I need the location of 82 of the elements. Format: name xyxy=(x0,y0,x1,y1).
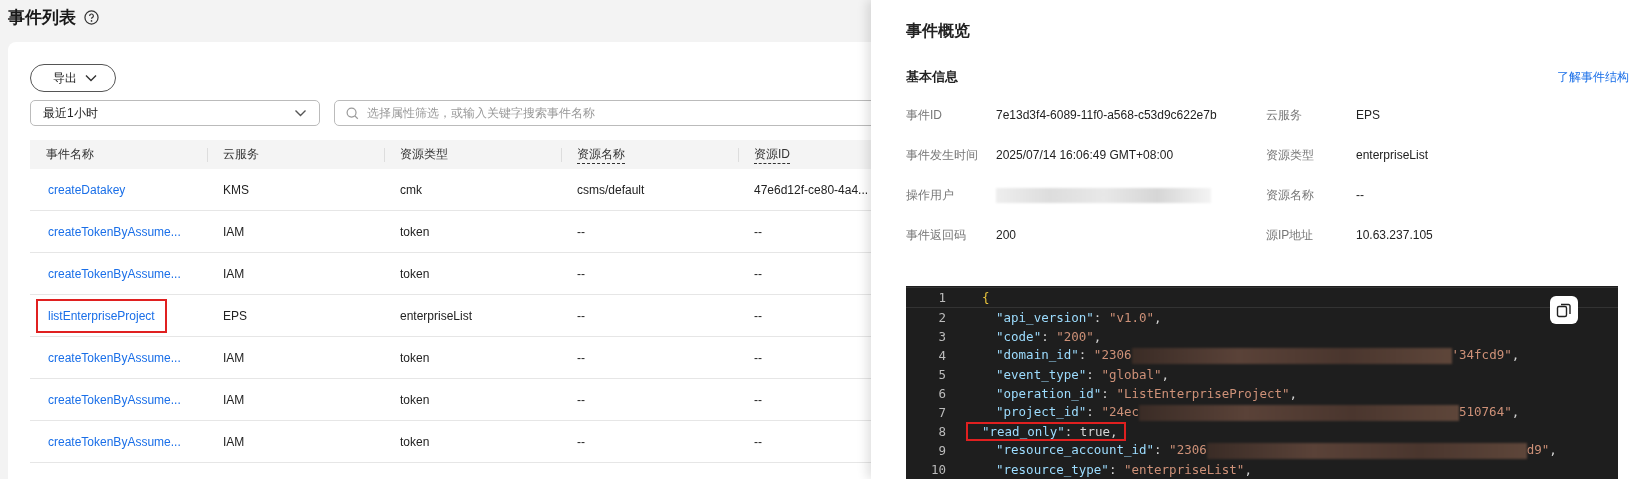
code-line: "api_version": "v1.0", xyxy=(995,309,1163,327)
export-button[interactable]: 导出 xyxy=(30,64,116,92)
line-number: 2 xyxy=(937,310,947,325)
event-name-link[interactable]: createDatakey xyxy=(36,172,138,207)
table-cell: IAM xyxy=(223,434,245,449)
line-number: 8 xyxy=(937,424,947,439)
table-cell: token xyxy=(400,392,430,407)
event-name-link[interactable]: createTokenByAssume... xyxy=(36,340,193,375)
field-value: enterpriseList xyxy=(1356,148,1429,162)
field-value: 10.63.237.105 xyxy=(1356,228,1433,242)
column-header: 云服务 xyxy=(223,146,259,163)
line-number: 5 xyxy=(937,367,947,382)
table-cell: 47e6d12f-ce80-4a4... xyxy=(754,182,869,197)
field-label: 事件ID xyxy=(906,106,943,124)
event-structure-link[interactable]: 了解事件结构 xyxy=(1557,68,1629,86)
column-header: 资源类型 xyxy=(400,146,448,163)
table-cell: IAM xyxy=(223,350,245,365)
table-cell: EPS xyxy=(223,308,247,323)
table-cell: -- xyxy=(754,266,762,281)
table-cell: IAM xyxy=(223,392,245,407)
section-title: 基本信息 xyxy=(906,68,958,86)
line-number: 7 xyxy=(937,405,947,420)
line-number: 6 xyxy=(937,386,947,401)
event-name-link[interactable]: createTokenByAssume... xyxy=(36,214,193,249)
line-number: 3 xyxy=(937,329,947,344)
event-name-link[interactable]: createTokenByAssume... xyxy=(36,382,193,417)
table-cell: cmk xyxy=(400,182,422,197)
field-label: 云服务 xyxy=(1266,106,1303,124)
event-name-link[interactable]: createTokenByAssume... xyxy=(36,256,193,291)
table-cell: -- xyxy=(754,392,762,407)
table-cell: -- xyxy=(754,308,762,323)
table-cell: -- xyxy=(754,350,762,365)
table-cell: IAM xyxy=(223,224,245,239)
column-header: 事件名称 xyxy=(46,146,94,163)
table-cell: -- xyxy=(577,350,585,365)
column-header: 资源ID xyxy=(754,145,790,164)
event-name-link[interactable]: createTokenByAssume... xyxy=(36,424,193,459)
field-label: 源IP地址 xyxy=(1266,226,1315,244)
copy-button[interactable] xyxy=(1550,296,1578,324)
drawer-title: 事件概览 xyxy=(906,21,971,41)
line-number: 4 xyxy=(937,348,947,363)
code-line: "resource_type": "enterpriseList", xyxy=(995,461,1253,479)
code-line: "event_type": "global", xyxy=(995,366,1171,384)
field-value: EPS xyxy=(1356,108,1380,122)
table-cell: IAM xyxy=(223,266,245,281)
code-line: { xyxy=(981,289,991,307)
chevron-down-icon xyxy=(294,109,307,117)
field-value: 200 xyxy=(996,228,1017,242)
field-value: 2025/07/14 16:06:49 GMT+08:00 xyxy=(996,148,1174,162)
table-cell: -- xyxy=(577,266,585,281)
page-title: 事件列表 xyxy=(8,6,76,29)
table-cell: -- xyxy=(577,434,585,449)
field-value: -- xyxy=(1356,188,1364,202)
field-label: 事件返回码 xyxy=(906,226,967,244)
table-cell: token xyxy=(400,434,430,449)
table-cell: -- xyxy=(577,308,585,323)
field-label: 资源类型 xyxy=(1266,146,1315,164)
line-number: 9 xyxy=(937,443,947,458)
table-cell: csms/default xyxy=(577,182,645,197)
table-cell: token xyxy=(400,350,430,365)
table-cell: -- xyxy=(577,392,585,407)
table-cell: -- xyxy=(754,434,762,449)
line-number: 10 xyxy=(929,462,947,477)
table-cell: token xyxy=(400,224,430,239)
field-label: 事件发生时间 xyxy=(906,146,979,164)
code-line: "code": "200", xyxy=(995,328,1103,346)
help-icon[interactable] xyxy=(84,9,99,25)
copy-icon xyxy=(1556,302,1572,318)
table-cell: token xyxy=(400,266,430,281)
chevron-down-icon xyxy=(85,74,97,82)
field-label: 操作用户 xyxy=(906,186,955,204)
table-cell: KMS xyxy=(223,182,249,197)
table-cell: -- xyxy=(577,224,585,239)
field-label: 资源名称 xyxy=(1266,186,1315,204)
code-line: "operation_id": "ListEnterpriseProject", xyxy=(995,385,1299,403)
time-range-select[interactable]: 最近1小时 xyxy=(30,100,320,126)
table-cell: -- xyxy=(754,224,762,239)
column-header: 资源名称 xyxy=(577,145,625,164)
line-number: 1 xyxy=(937,290,947,305)
event-name-link[interactable]: listEnterpriseProject xyxy=(36,298,167,333)
code-line: "resource_account_id": "2306 d9", xyxy=(995,441,1558,461)
table-cell: enterpriseList xyxy=(400,308,473,323)
